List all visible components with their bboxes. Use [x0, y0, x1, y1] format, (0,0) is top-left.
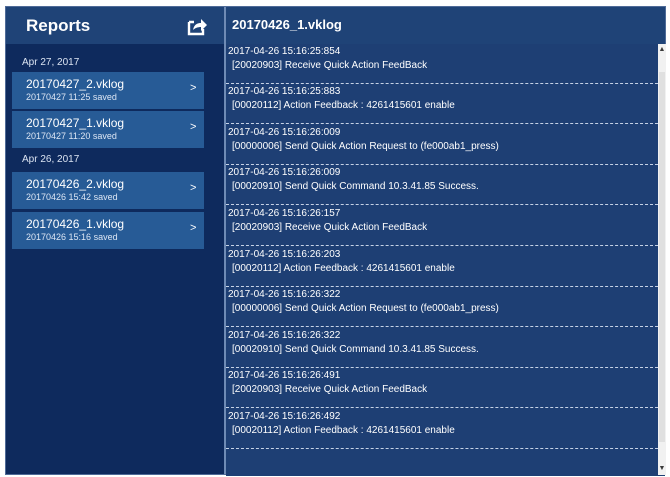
log-list[interactable]: 2017-04-26 15:16:25:854 [20020903] Recei… — [226, 44, 665, 476]
chevron-right-icon: > — [190, 222, 197, 234]
report-item-20170427-2[interactable]: 20170427_2.vklog 20170427 11:25 saved > — [12, 72, 204, 109]
report-item-20170426-2[interactable]: 20170426_2.vklog 20170426 15:42 saved > — [12, 172, 204, 209]
log-entry: 2017-04-26 15:16:26:492 [00020112] Actio… — [226, 409, 658, 449]
report-name: 20170427_1.vklog — [26, 116, 125, 130]
report-name: 20170427_2.vklog — [26, 77, 125, 91]
log-timestamp: 2017-04-26 15:16:26:322 — [228, 330, 341, 341]
log-timestamp: 2017-04-26 15:16:26:157 — [228, 208, 341, 219]
group-date-apr-27: Apr 27, 2017 — [22, 57, 80, 68]
scroll-up-arrow-icon[interactable]: ▲ — [658, 46, 666, 54]
log-timestamp: 2017-04-26 15:16:26:492 — [228, 411, 341, 422]
log-entry: 2017-04-26 15:16:26:322 [00000006] Send … — [226, 287, 658, 327]
report-item-20170427-1[interactable]: 20170427_1.vklog 20170427 11:20 saved > — [12, 111, 204, 148]
log-message: [00020112] Action Feedback : 4261415601 … — [232, 100, 455, 111]
scroll-down-arrow-icon[interactable]: ▼ — [658, 465, 666, 473]
log-timestamp: 2017-04-26 15:16:26:491 — [228, 370, 341, 381]
log-timestamp: 2017-04-26 15:16:25:883 — [228, 86, 341, 97]
log-message: [20020903] Receive Quick Action FeedBack — [232, 384, 428, 395]
chevron-right-icon: > — [190, 182, 197, 194]
log-entry: 2017-04-26 15:16:25:883 [00020112] Actio… — [226, 84, 658, 124]
log-timestamp: 2017-04-26 15:16:26:203 — [228, 249, 341, 260]
report-saved-time: 20170427 11:25 saved — [26, 92, 117, 102]
report-saved-time: 20170427 11:20 saved — [26, 131, 117, 141]
chevron-right-icon: > — [190, 121, 197, 133]
log-entry: 2017-04-26 15:16:26:009 [00020910] Send … — [226, 165, 658, 205]
log-timestamp: 2017-04-26 15:16:26:009 — [228, 167, 341, 178]
log-message: [00000006] Send Quick Action Request to … — [232, 141, 499, 152]
reports-header: Reports — [6, 7, 224, 44]
group-date-apr-26: Apr 26, 2017 — [22, 154, 80, 165]
log-file-title: 20170426_1.vklog — [232, 17, 342, 32]
log-message: [00020910] Send Quick Command 10.3.41.85… — [232, 181, 479, 192]
log-message: [00020112] Action Feedback : 4261415601 … — [232, 425, 455, 436]
chevron-right-icon: > — [190, 82, 197, 94]
log-timestamp: 2017-04-26 15:16:25:854 — [228, 46, 341, 57]
report-saved-time: 20170426 15:42 saved — [26, 192, 118, 202]
app-window: Reports Apr 27, 2017 20170427_2.vklog 20… — [5, 6, 666, 476]
log-message: [00000006] Send Quick Action Request to … — [232, 303, 499, 314]
log-entry: 2017-04-26 15:16:26:203 [00020112] Actio… — [226, 247, 658, 287]
log-message: [20020903] Receive Quick Action FeedBack — [232, 60, 428, 71]
report-item-20170426-1[interactable]: 20170426_1.vklog 20170426 15:16 saved > — [12, 212, 204, 249]
report-name: 20170426_2.vklog — [26, 177, 125, 191]
export-share-icon[interactable] — [186, 15, 208, 37]
log-scrollbar[interactable]: ▲ ▼ — [658, 44, 666, 475]
report-saved-time: 20170426 15:16 saved — [26, 232, 118, 242]
log-entry: 2017-04-26 15:16:26:009 [00000006] Send … — [226, 125, 658, 165]
log-message: [00020910] Send Quick Command 10.3.41.85… — [232, 344, 479, 355]
reports-panel: Reports Apr 27, 2017 20170427_2.vklog 20… — [6, 7, 224, 474]
log-entry: 2017-04-26 15:16:26:322 [00020910] Send … — [226, 328, 658, 368]
log-message: [20020903] Receive Quick Action FeedBack — [232, 222, 428, 233]
scroll-thumb[interactable] — [659, 72, 665, 442]
report-name: 20170426_1.vklog — [26, 217, 125, 231]
log-entry: 2017-04-26 15:16:26:491 [20020903] Recei… — [226, 368, 658, 408]
log-message: [00020112] Action Feedback : 4261415601 … — [232, 263, 455, 274]
log-timestamp: 2017-04-26 15:16:26:322 — [228, 289, 341, 300]
reports-title: Reports — [26, 16, 91, 35]
log-entry: 2017-04-26 15:16:26:157 [20020903] Recei… — [226, 206, 658, 246]
log-timestamp: 2017-04-26 15:16:26:009 — [228, 127, 341, 138]
log-entry: 2017-04-26 15:16:25:854 [20020903] Recei… — [226, 44, 658, 84]
log-header: 20170426_1.vklog — [226, 7, 665, 44]
